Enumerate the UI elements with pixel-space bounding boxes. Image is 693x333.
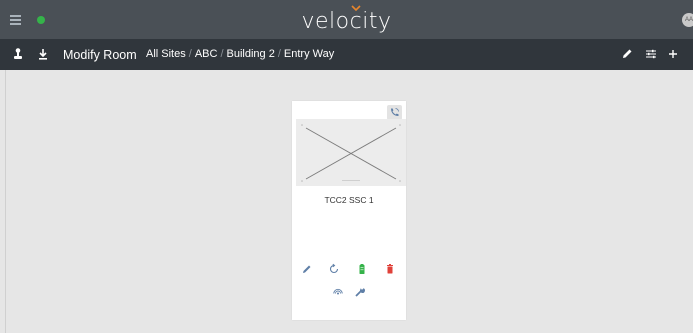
logo-accent-icon (351, 5, 361, 11)
breadcrumb-separator: / (220, 48, 224, 60)
phone-icon (391, 108, 399, 116)
wrench-icon[interactable] (354, 286, 366, 298)
joystick-icon[interactable] (11, 47, 25, 61)
plus-icon[interactable] (666, 47, 680, 61)
app-header: velocity AA (0, 0, 693, 39)
device-image-placeholder (296, 119, 406, 186)
sync-icon[interactable] (328, 263, 340, 275)
device-name: TCC2 SSC 1 (324, 195, 374, 205)
page-title: Modify Room (63, 48, 137, 62)
user-avatar[interactable]: AA (682, 13, 693, 27)
breadcrumb-item[interactable]: All Sites (146, 48, 186, 60)
wireless-icon[interactable] (332, 286, 344, 298)
pencil-icon[interactable] (620, 47, 634, 61)
download-icon[interactable] (36, 47, 50, 61)
breadcrumb-item[interactable]: Entry Way (284, 48, 334, 60)
battery-icon[interactable] (356, 263, 368, 275)
phone-button[interactable] (387, 105, 402, 120)
sliders-icon[interactable] (644, 47, 658, 61)
delete-icon[interactable] (384, 263, 396, 275)
room-toolbar: Modify Room All Sites / ABC / Building 2/Ent… (0, 39, 693, 70)
breadcrumb-item[interactable]: Building 2 (227, 48, 275, 60)
edit-icon[interactable] (301, 263, 313, 275)
app-logo: velocity (301, 9, 392, 34)
breadcrumb-item[interactable]: ABC (195, 48, 218, 60)
breadcrumb-separator: / (188, 48, 192, 60)
breadcrumb-separator: / (277, 48, 281, 60)
breadcrumb: All Sites / ABC / Building 2/Entry Way (146, 48, 334, 60)
